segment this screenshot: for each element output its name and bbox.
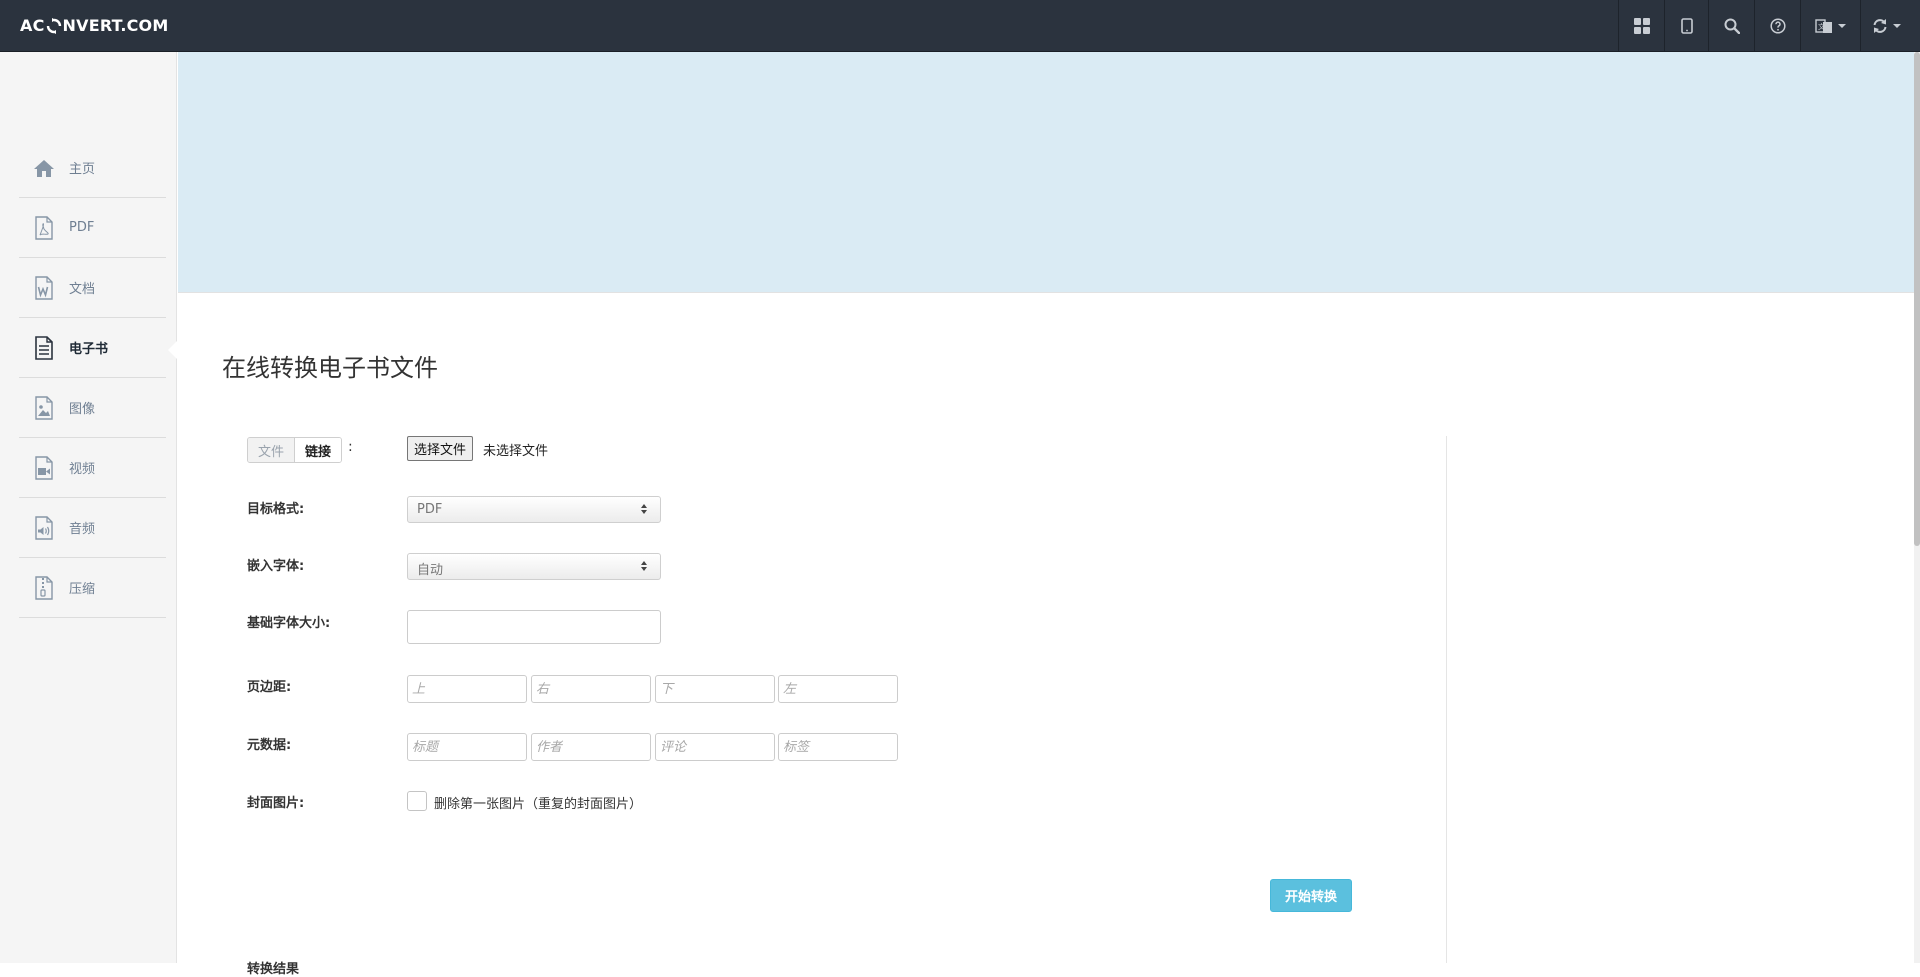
archive-icon [33, 575, 55, 600]
grid-icon [1633, 17, 1650, 34]
tab-file[interactable]: 文件 [248, 438, 296, 462]
choose-file-button[interactable]: 选择文件 [407, 436, 474, 461]
sidebar-item-home[interactable]: 主页 [19, 138, 166, 198]
apps-grid-button[interactable] [1618, 0, 1664, 51]
metadata-author-input[interactable] [531, 733, 651, 761]
margin-left-input[interactable] [778, 675, 898, 703]
help-icon [1769, 17, 1786, 34]
embed-font-value: 自动 [417, 563, 444, 578]
page-title: 在线转换电子书文件 [222, 354, 438, 382]
metadata-comment-input[interactable] [655, 733, 775, 761]
target-format-label: 目标格式: [247, 502, 305, 517]
tablet-icon [1680, 17, 1693, 34]
sidebar-item-label: PDF [69, 220, 95, 235]
word-doc-icon [33, 275, 55, 300]
sidebar-item-label: 文档 [69, 282, 96, 297]
site-logo[interactable]: AC NVERT.COM [20, 16, 168, 35]
metadata-title-input[interactable] [407, 733, 527, 761]
logo-sync-icon [46, 17, 61, 34]
home-icon [33, 156, 55, 180]
mobile-button[interactable] [1664, 0, 1708, 51]
chevron-down-icon [1838, 23, 1846, 28]
audio-icon [33, 515, 55, 540]
language-dropdown[interactable]: 文 [1800, 0, 1860, 51]
select-arrows-icon [641, 504, 647, 514]
sidebar-item-video[interactable]: 视频 [19, 438, 166, 498]
ebook-icon [33, 335, 55, 360]
search-icon [1724, 18, 1740, 34]
conversion-result-heading: 转换结果 [247, 962, 300, 977]
navbar-actions: 文 [1618, 0, 1912, 51]
image-icon [33, 395, 55, 420]
logo-text-right: NVERT.COM [62, 16, 169, 35]
svg-text:文: 文 [1818, 22, 1825, 31]
select-arrows-icon [641, 561, 647, 571]
margin-right-input[interactable] [531, 675, 651, 703]
sidebar-item-ebooks[interactable]: 电子书 [19, 318, 178, 378]
sidebar-item-label: 图像 [69, 402, 96, 417]
source-colon: : [348, 439, 353, 455]
base-font-size-label: 基础字体大小: [247, 616, 331, 631]
banner-area [178, 52, 1914, 293]
pdf-icon [33, 215, 55, 240]
metadata-label: 元数据: [247, 738, 292, 753]
page-scrollbar-thumb[interactable] [1914, 52, 1920, 546]
search-button[interactable] [1708, 0, 1754, 51]
cover-image-label: 封面图片: [247, 796, 305, 811]
base-font-size-input[interactable] [407, 610, 661, 644]
source-toggle: 文件 链接 [247, 437, 343, 463]
sidebar-item-archive[interactable]: 压缩 [19, 558, 166, 618]
sidebar-item-label: 电子书 [69, 342, 109, 357]
embed-font-label: 嵌入字体: [247, 559, 305, 574]
active-indicator [168, 340, 178, 360]
margin-bottom-input[interactable] [655, 675, 775, 703]
sidebar-item-label: 主页 [69, 162, 96, 177]
refresh-icon [1873, 18, 1887, 33]
converter-switch-dropdown[interactable] [1860, 0, 1912, 51]
start-conversion-button[interactable]: 开始转换 [1270, 879, 1352, 912]
embed-font-select[interactable]: 自动 [407, 553, 661, 580]
video-icon [33, 455, 55, 480]
sidebar: 主页 PDF 文档 电子书 图像 视频 音频 压缩 [0, 52, 178, 963]
sidebar-item-audio[interactable]: 音频 [19, 498, 166, 558]
top-navbar: AC NVERT.COM 文 [0, 0, 1920, 52]
sidebar-item-documents[interactable]: 文档 [19, 258, 166, 318]
sidebar-nav: 主页 PDF 文档 电子书 图像 视频 音频 压缩 [19, 138, 178, 618]
target-format-value: PDF [417, 502, 443, 517]
tab-link[interactable]: 链接 [295, 438, 342, 462]
margins-label: 页边距: [247, 680, 292, 695]
no-file-text: 未选择文件 [483, 444, 549, 459]
margin-top-input[interactable] [407, 675, 527, 703]
language-icon: 文 [1815, 18, 1832, 33]
sidebar-item-label: 视频 [69, 462, 96, 477]
remove-first-image-checkbox[interactable] [407, 791, 427, 811]
metadata-tags-input[interactable] [778, 733, 898, 761]
help-button[interactable] [1754, 0, 1800, 51]
chevron-down-icon [1893, 23, 1901, 28]
target-format-select[interactable]: PDF [407, 496, 661, 523]
sidebar-item-images[interactable]: 图像 [19, 378, 166, 438]
sidebar-item-pdf[interactable]: PDF [19, 198, 166, 258]
sidebar-item-label: 压缩 [69, 582, 96, 597]
sidebar-item-label: 音频 [69, 522, 96, 537]
column-divider [1446, 436, 1447, 963]
logo-text-left: AC [20, 16, 45, 35]
remove-first-image-label[interactable]: 删除第一张图片（重复的封面图片） [434, 793, 642, 812]
